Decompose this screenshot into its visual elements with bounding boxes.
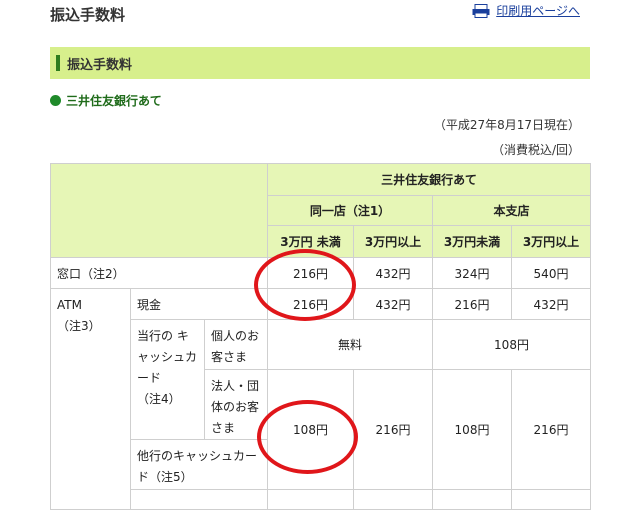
atm-label-cell: ATM （注3） [50, 288, 131, 510]
col-header: 3万円以上 [353, 225, 433, 258]
fee-cell: 216円 [267, 288, 354, 320]
individual-label-cell: 個人のお客さま [204, 319, 268, 370]
bank-heading-label: 三井住友銀行あて [66, 94, 162, 108]
col-header: 3万円以上 [511, 225, 591, 258]
fee-cell: 108円 [267, 369, 354, 490]
empty-cell [130, 489, 268, 510]
section-accent-bar [56, 55, 60, 71]
fee-table: 三井住友銀行あて 同一店（注1） 本支店 3万円 未満 3万円以上 3万円未満 … [50, 163, 591, 510]
fee-cell: 無料 [267, 319, 433, 370]
atm-note: （注3） [57, 319, 101, 333]
cash-label-cell: 現金 [130, 288, 268, 320]
date-note: （平成27年8月17日現在） [433, 118, 580, 132]
fee-cell: 108円 [432, 319, 591, 370]
other-card-note: （注5） [149, 470, 193, 484]
window-label: 窓口 [57, 266, 82, 281]
own-card-label: 当行の キャッシュカード [137, 329, 198, 385]
corporate-label: 法人・団体のお客さま [211, 379, 260, 435]
same-branch-header: 同一店（注1） [267, 195, 433, 226]
section-title: 振込手数料 [67, 58, 133, 73]
other-card-label-cell: 他行のキャッシュカード（注5） [130, 439, 268, 490]
table-row: ATM （注3） 現金 216円 432円 216円 432円 [50, 288, 591, 510]
window-label-cell: 窓口（注2） [50, 257, 268, 289]
own-card-note: （注4） [137, 392, 181, 406]
fee-cell: 216円 [353, 369, 433, 490]
window-note: （注2） [81, 266, 125, 281]
fee-cell: 108円 [432, 369, 512, 490]
corporate-label-cell: 法人・団体のお客さま [204, 369, 268, 440]
tax-note: （消費税込/回） [491, 143, 580, 157]
own-card-label-cell: 当行の キャッシュカード （注4） [130, 319, 205, 440]
corner-cell [50, 163, 268, 258]
section-header: 振込手数料 [50, 47, 590, 79]
table-row [51, 489, 591, 510]
fee-cell: 540円 [511, 257, 591, 289]
col-header: 3万円未満 [432, 225, 512, 258]
table-row: 窓口（注2） 216円 432円 324円 540円 [50, 257, 591, 289]
table-row: 三井住友銀行あて [50, 163, 591, 258]
main-branch-header: 本支店 [432, 195, 591, 226]
group-header: 三井住友銀行あて [267, 163, 591, 196]
empty-cell [267, 489, 354, 510]
fee-cell: 216円 [511, 369, 591, 490]
print-link-label[interactable]: 印刷用ページへ [496, 2, 580, 19]
printer-icon [472, 3, 490, 18]
empty-cell [432, 489, 512, 510]
fee-cell: 432円 [353, 257, 433, 289]
page-title: 振込手数料 [50, 6, 126, 24]
green-dot-icon [50, 95, 61, 106]
fee-cell: 216円 [432, 288, 512, 320]
fee-cell: 432円 [353, 288, 433, 320]
cash-label: 現金 [137, 297, 162, 312]
bank-heading: 三井住友銀行あて [50, 92, 162, 109]
fee-cell: 216円 [267, 257, 354, 289]
empty-cell [353, 489, 433, 510]
atm-label: ATM [57, 298, 82, 312]
fee-cell: 324円 [432, 257, 512, 289]
print-page-link[interactable]: 印刷用ページへ [472, 2, 580, 19]
individual-label: 個人のお客さま [211, 329, 260, 364]
fee-cell: 432円 [511, 288, 591, 320]
col-header: 3万円 未満 [267, 225, 354, 258]
empty-cell [511, 489, 591, 510]
table-row: 当行の キャッシュカード （注4） 個人のお客さま 無料 108円 [51, 319, 591, 440]
